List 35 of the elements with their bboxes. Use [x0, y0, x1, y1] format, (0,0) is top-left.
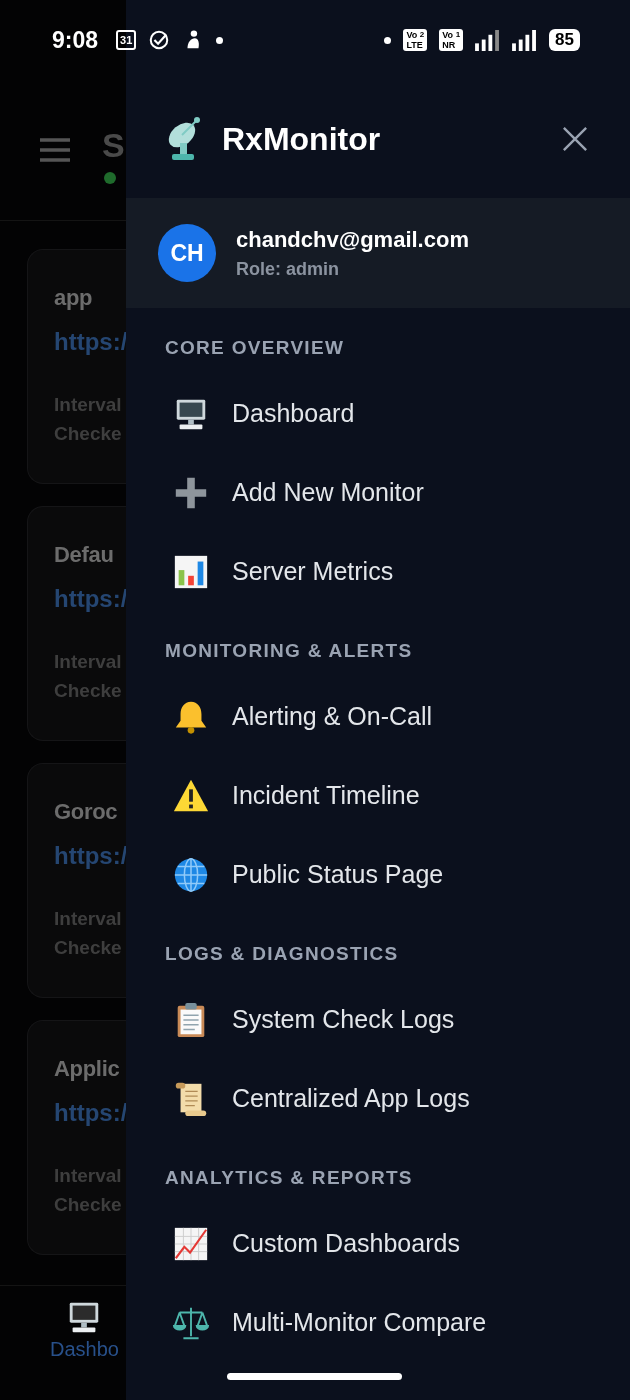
monitor-name: app [54, 284, 94, 312]
monitor-name: Defau [54, 541, 115, 569]
menu-item[interactable]: System Check Logs [165, 980, 630, 1059]
menu-item[interactable]: Incident Timeline [165, 756, 630, 835]
user-avatar: CH [158, 224, 216, 282]
signal-icon [512, 29, 538, 51]
user-email: chandchv@gmail.com [236, 226, 469, 253]
menu-item[interactable]: Dashboard [165, 374, 630, 453]
status-dot [104, 172, 116, 184]
calendar-icon: 31 [116, 30, 137, 50]
user-role: Role: admin [236, 258, 340, 280]
section-heading: CORE OVERVIEW [165, 336, 346, 360]
notification-dot [384, 36, 392, 44]
menu-item[interactable]: Centralized App Logs [165, 1059, 630, 1138]
globe-icon [172, 855, 210, 894]
monitor-name: Goroc [54, 798, 119, 826]
menu-item[interactable]: Add New Monitor [165, 453, 630, 532]
clock: 9:08 [52, 26, 99, 54]
menu-item[interactable]: Custom Dashboards [165, 1204, 630, 1283]
signal-icon [475, 29, 501, 51]
menu-icon[interactable] [40, 138, 70, 162]
section-heading: ANALYTICS & REPORTS [165, 1166, 414, 1190]
close-icon[interactable] [562, 126, 588, 152]
section-heading: MONITORING & ALERTS [165, 639, 414, 663]
menu-item[interactable]: Alerting & On-Call [165, 677, 630, 756]
page-title: S [102, 126, 125, 164]
battery-indicator: 85 [549, 29, 580, 51]
check-circle-icon [148, 29, 171, 51]
menu-item[interactable]: Multi-Monitor Compare [165, 1283, 630, 1362]
notification-dot [216, 36, 224, 44]
menu-item[interactable]: Public Status Page [165, 835, 630, 914]
app-title: RxMonitor [222, 120, 382, 158]
section-heading: LOGS & DIAGNOSTICS [165, 942, 400, 966]
menu-item[interactable]: Server Metrics [165, 532, 630, 611]
monitor-name: Applic [54, 1055, 121, 1083]
